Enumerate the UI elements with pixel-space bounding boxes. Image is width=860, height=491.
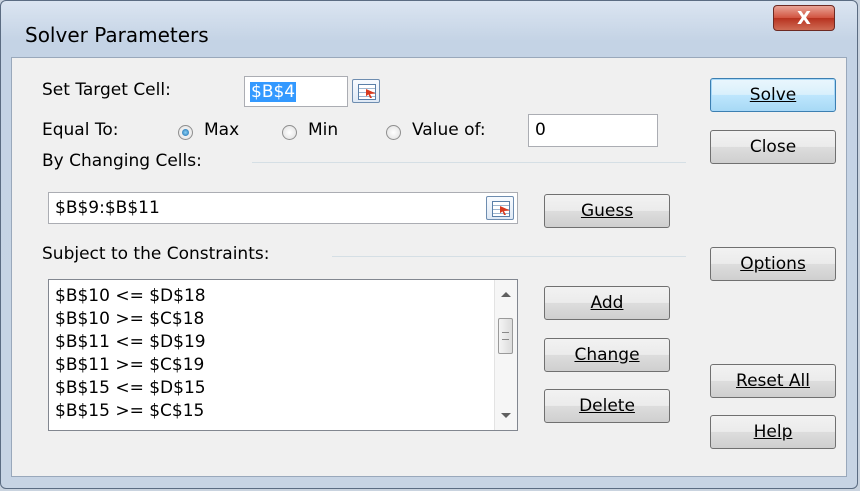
title-bar[interactable]: Solver Parameters X (1, 1, 857, 55)
close-button-label: Close (749, 137, 797, 157)
scroll-up-arrow-icon[interactable] (501, 292, 511, 297)
changing-cells-label: By Changing Cells: (42, 151, 202, 171)
target-cell-value: $B$4 (250, 82, 297, 102)
options-button-label: Options (740, 254, 806, 274)
guess-button-label: Guess (580, 201, 634, 221)
radio-value-of-label: Value of: (412, 120, 486, 140)
constraints-listbox[interactable]: $B$10 <= $D$18 $B$10 >= $C$18 $B$11 <= $… (48, 279, 518, 431)
reset-all-button[interactable]: Reset All (710, 364, 836, 398)
dialog-body: Set Target Cell: $B$4 Equal To: Max Min … (11, 57, 847, 477)
group-divider (332, 256, 686, 257)
target-cell-input[interactable]: $B$4 (244, 76, 348, 107)
list-item[interactable]: $B$11 >= $C$19 (55, 355, 204, 375)
changing-cells-collapse-button[interactable] (486, 196, 514, 220)
list-item[interactable]: $B$10 <= $D$18 (55, 286, 206, 306)
reset-all-button-label: Reset All (736, 371, 810, 391)
radio-value-of[interactable]: Value of: (386, 120, 506, 144)
target-cell-label: Set Target Cell: (42, 80, 171, 100)
window-title: Solver Parameters (25, 23, 209, 47)
target-cell-collapse-button[interactable] (352, 79, 380, 103)
help-button-label: Help (753, 422, 793, 442)
changing-cells-input[interactable]: $B$9:$B$11 (48, 192, 518, 224)
help-button[interactable]: Help (710, 415, 836, 449)
solve-button[interactable]: Solve (710, 78, 836, 112)
solver-parameters-window: Solver Parameters X Set Target Cell: $B$… (0, 0, 858, 489)
radio-value-of-indicator (386, 125, 401, 140)
guess-button[interactable]: Guess (544, 194, 670, 228)
add-button[interactable]: Add (544, 286, 670, 320)
add-button-label: Add (590, 293, 624, 313)
scroll-thumb[interactable] (498, 318, 513, 354)
radio-max[interactable]: Max (178, 120, 268, 144)
radio-max-indicator (178, 125, 193, 140)
solve-button-label: Solve (749, 85, 797, 105)
change-button[interactable]: Change (544, 338, 670, 372)
list-item[interactable]: $B$11 <= $D$19 (55, 332, 206, 352)
delete-button-label: Delete (579, 396, 635, 416)
list-item[interactable]: $B$15 <= $D$15 (55, 378, 206, 398)
close-button[interactable]: Close (710, 130, 836, 164)
list-item[interactable]: $B$10 >= $C$18 (55, 309, 204, 329)
close-icon: X (797, 8, 811, 29)
value-of-input[interactable]: 0 (528, 114, 658, 147)
options-button[interactable]: Options (710, 247, 836, 281)
vertical-scrollbar[interactable] (494, 280, 517, 430)
constraints-label: Subject to the Constraints: (42, 244, 270, 264)
radio-max-label: Max (204, 120, 240, 140)
change-button-label: Change (574, 345, 640, 365)
equal-to-label: Equal To: (42, 120, 119, 140)
radio-min-label: Min (308, 120, 339, 140)
radio-min[interactable]: Min (282, 120, 362, 144)
radio-min-indicator (282, 125, 297, 140)
list-item[interactable]: $B$15 >= $C$15 (55, 401, 204, 421)
delete-button[interactable]: Delete (544, 389, 670, 423)
scroll-down-arrow-icon[interactable] (501, 413, 511, 418)
group-divider (252, 162, 686, 163)
close-window-button[interactable]: X (773, 5, 835, 31)
